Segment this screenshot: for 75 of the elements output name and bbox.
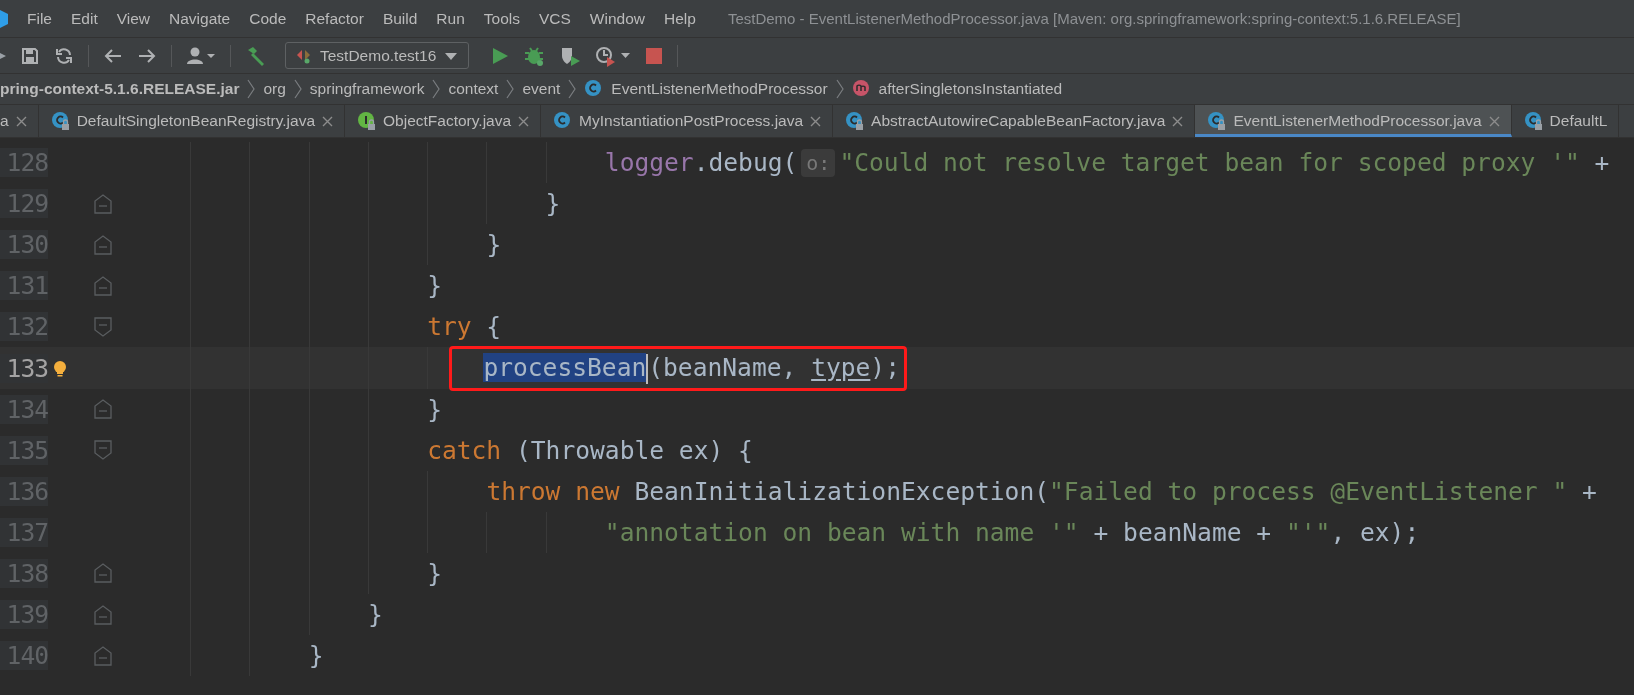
- app-logo-icon: [0, 7, 8, 30]
- breadcrumb-item[interactable]: context: [448, 80, 499, 98]
- refresh-icon[interactable]: [54, 45, 74, 66]
- close-icon[interactable]: [1488, 115, 1500, 127]
- chevron-icon: [247, 79, 256, 99]
- menu-item[interactable]: Help: [655, 9, 706, 28]
- forward-arrow-icon[interactable]: [137, 47, 157, 64]
- fold-marker-icon[interactable]: [94, 644, 112, 667]
- run-configuration-dropdown[interactable]: TestDemo.test16: [285, 42, 470, 69]
- breadcrumb-item[interactable]: org: [263, 80, 286, 98]
- class-icon: [584, 79, 604, 99]
- close-icon[interactable]: [810, 115, 822, 127]
- run-configuration-icon: [296, 47, 312, 64]
- menu-item[interactable]: Tools: [474, 9, 530, 28]
- chevron-icon: [835, 79, 844, 99]
- user-dropdown-icon[interactable]: [186, 45, 216, 66]
- code-text: "Could not resolve target bean for scoped proxy '" +: [839, 148, 1610, 178]
- menu-item[interactable]: VCS: [529, 9, 581, 28]
- class-icon: [553, 111, 573, 131]
- code-text: throw new BeanInitializationException("Failed to process @EventListener " +: [486, 476, 1597, 506]
- code-text: }: [427, 394, 442, 424]
- profiler-icon[interactable]: [595, 44, 632, 67]
- menu-item[interactable]: Window: [580, 9, 655, 28]
- breadcrumb-item[interactable]: event: [522, 80, 561, 98]
- fold-marker-icon[interactable]: [94, 315, 112, 338]
- fold-marker-icon[interactable]: [94, 562, 112, 585]
- code-text: }: [427, 559, 442, 588]
- code-text: try {: [427, 312, 502, 342]
- close-icon[interactable]: [1172, 115, 1184, 127]
- code-text: "annotation on bean with name '" + beanName + "'", ex);: [604, 517, 1420, 547]
- menu-item[interactable]: Navigate: [160, 9, 241, 28]
- caret-icon: [444, 50, 459, 61]
- menu-item[interactable]: Edit: [62, 9, 108, 28]
- chevron-icon: [506, 79, 515, 99]
- code-text: logger.debug(: [604, 148, 798, 178]
- chevron-icon: [568, 79, 577, 99]
- code-text: }: [308, 641, 324, 671]
- fold-marker-icon[interactable]: [94, 439, 112, 462]
- fold-marker-icon[interactable]: [94, 603, 112, 626]
- close-icon[interactable]: [15, 115, 27, 127]
- caret-icon[interactable]: [0, 50, 6, 61]
- close-icon[interactable]: [518, 115, 530, 127]
- menu-item[interactable]: Refactor: [296, 9, 374, 28]
- menu-item[interactable]: File: [18, 9, 62, 28]
- menu-item[interactable]: Run: [427, 9, 475, 28]
- code-text: catch (Throwable ex) {: [427, 435, 753, 465]
- method-icon: [851, 79, 871, 99]
- parameter-hint: o:: [801, 148, 836, 177]
- breadcrumb-item[interactable]: EventListenerMethodProcessor: [611, 80, 828, 98]
- window-title: TestDemo - EventListenerMethodProcessor.java [Maven: org.springframework:spring-context:5.1.6.RELEASE]: [727, 10, 1461, 27]
- file-tab[interactable]: EventListenerMethodProcessor.java: [1195, 105, 1512, 137]
- code-text: }: [545, 189, 561, 219]
- menu-item[interactable]: Build: [373, 9, 428, 28]
- code-text: }: [486, 230, 502, 260]
- chevron-icon: [293, 79, 302, 99]
- save-icon[interactable]: [20, 45, 40, 66]
- stop-icon[interactable]: [645, 46, 664, 65]
- fold-marker-icon[interactable]: [94, 398, 112, 421]
- back-arrow-icon[interactable]: [103, 47, 123, 64]
- fold-marker-icon[interactable]: [94, 192, 112, 215]
- breadcrumb-item[interactable]: springframework: [309, 80, 425, 98]
- file-tab[interactable]: a: [0, 105, 39, 137]
- fold-marker-icon[interactable]: [94, 233, 112, 256]
- code-text: }: [427, 271, 442, 301]
- menu-item[interactable]: Code: [240, 9, 297, 28]
- code-text: processBean(beanName, type);: [483, 352, 900, 384]
- close-icon[interactable]: [322, 115, 333, 127]
- breadcrumb-item[interactable]: pring-context-5.1.6.RELEASE.jar: [0, 80, 240, 98]
- breadcrumb-item[interactable]: afterSingletonsInstantiated: [878, 80, 1063, 98]
- lightbulb-icon[interactable]: [52, 359, 68, 377]
- run-icon[interactable]: [491, 45, 510, 66]
- fold-marker-icon[interactable]: [94, 274, 112, 297]
- menu-item[interactable]: View: [107, 9, 161, 28]
- chevron-icon: [432, 79, 441, 99]
- code-text: }: [367, 600, 383, 630]
